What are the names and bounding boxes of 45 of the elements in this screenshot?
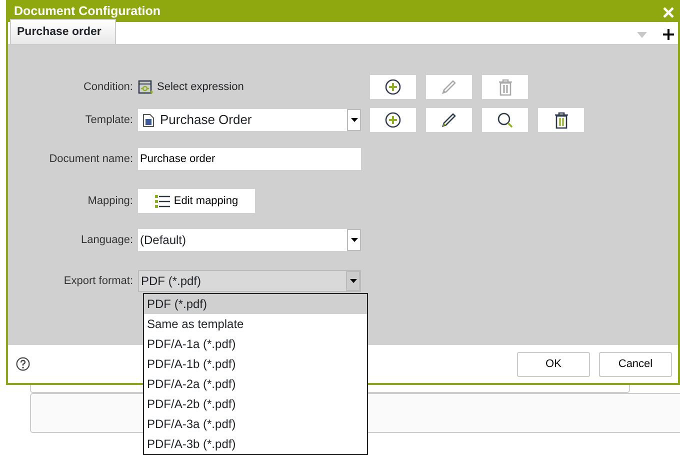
- dropdown-option[interactable]: PDF (*.pdf): [144, 294, 367, 314]
- edit-mapping-button[interactable]: Edit mapping: [138, 189, 255, 213]
- add-button[interactable]: [370, 75, 416, 99]
- add-button[interactable]: [370, 108, 416, 132]
- pencil-icon: [441, 79, 457, 95]
- dropdown-field[interactable]: Purchase Order: [138, 109, 361, 131]
- caret-icon: [350, 118, 358, 122]
- list-icon: [154, 194, 170, 208]
- expression-link[interactable]: Select expression: [157, 78, 244, 96]
- dropdown-option[interactable]: PDF/A-1b (*.pdf): [144, 354, 367, 374]
- field-label: Template:: [84, 112, 134, 128]
- dropdown-option[interactable]: PDF/A-3b (*.pdf): [144, 434, 367, 454]
- caret-icon: [350, 279, 356, 283]
- caret-icon: [350, 238, 358, 242]
- dropdown-field[interactable]: (Default): [138, 229, 361, 251]
- dropdown-field[interactable]: PDF (*.pdf): [138, 270, 361, 292]
- cancel-button[interactable]: Cancel: [599, 352, 672, 376]
- add-icon[interactable]: [663, 29, 674, 40]
- text-field[interactable]: Purchase order: [138, 148, 361, 170]
- dropdown-option[interactable]: Same as template: [144, 314, 367, 334]
- add-icon: [385, 112, 401, 128]
- field-label: Condition:: [82, 80, 134, 95]
- dropdown-option[interactable]: PDF/A-2b (*.pdf): [144, 394, 367, 414]
- delete-button[interactable]: [538, 108, 584, 132]
- tab[interactable]: Purchase order: [10, 18, 116, 44]
- help-icon[interactable]: [16, 357, 30, 371]
- search-button[interactable]: [482, 108, 528, 132]
- close-button[interactable]: [663, 4, 674, 18]
- add-icon: [385, 79, 401, 95]
- window-title: Document Configuration: [14, 2, 161, 20]
- dropdown-option[interactable]: PDF/A-2a (*.pdf): [144, 374, 367, 394]
- edit-button[interactable]: [426, 108, 472, 132]
- field-label: Language:: [80, 232, 134, 248]
- document-icon: [143, 114, 154, 126]
- pencil-icon: [441, 112, 457, 128]
- trash-icon: [554, 112, 568, 128]
- field-label: Mapping:: [86, 194, 134, 209]
- dropdown-option[interactable]: PDF/A-3a (*.pdf): [144, 414, 367, 434]
- ok-button[interactable]: OK: [517, 352, 590, 376]
- expression-icon[interactable]: [138, 80, 153, 94]
- trash-icon: [498, 78, 512, 96]
- search-icon: [497, 112, 513, 128]
- field-label: Export format:: [62, 274, 134, 289]
- field-label: Document name:: [48, 152, 134, 167]
- dropdown-option[interactable]: PDF/A-1a (*.pdf): [144, 334, 367, 354]
